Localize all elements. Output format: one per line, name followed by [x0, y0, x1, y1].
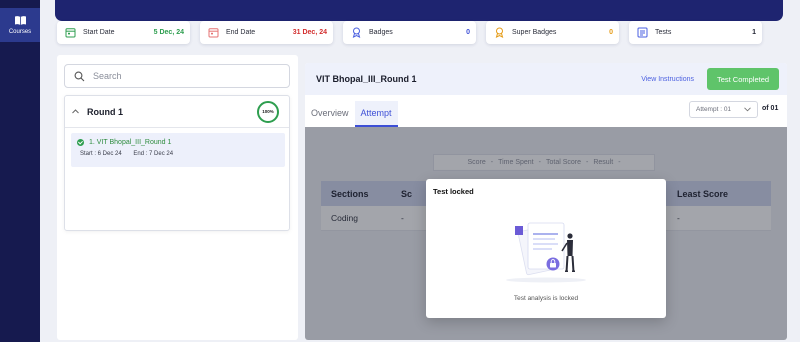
search-box[interactable]	[64, 64, 290, 88]
stat-value: 31 Dec, 24	[292, 29, 327, 36]
round-title: Round 1	[87, 106, 123, 117]
modal-message: Test analysis is locked	[513, 295, 579, 302]
tab-attempt[interactable]: Attempt	[354, 101, 398, 127]
stat-label: Start Date	[83, 29, 115, 36]
test-start-date: Start : 6 Dec 24	[80, 151, 122, 157]
test-name: 1. VIT Bhopal_III_Round 1	[89, 139, 172, 146]
test-name-row: 1. VIT Bhopal_III_Round 1	[77, 139, 285, 146]
chevron-down-icon	[744, 107, 751, 112]
badge-icon	[349, 26, 363, 40]
chevron-up-icon[interactable]	[71, 107, 80, 116]
sidebar-item-label: Courses	[8, 29, 32, 35]
stat-label: End Date	[226, 29, 256, 36]
test-completed-button[interactable]: Test Completed	[707, 68, 779, 90]
round-progress-ring: 100%	[257, 100, 279, 123]
calendar-icon	[63, 26, 77, 40]
stat-card-start-date: Start Date 5 Dec, 24	[57, 21, 190, 44]
rounds-panel: Round 1 100% 1. VIT Bhopal_III_Round 1 S…	[57, 55, 298, 340]
attempt-select-value: Attempt : 01	[696, 106, 732, 113]
sidebar-item-courses[interactable]: Courses	[0, 8, 40, 42]
book-open-icon	[14, 16, 26, 25]
stat-value: 1	[752, 29, 756, 36]
stat-value: 5 Dec, 24	[153, 29, 184, 36]
locked-analysis-illustration	[506, 222, 586, 283]
test-detail-header: VIT Bhopal_III_Round 1 View Instructions…	[305, 63, 787, 95]
stat-label: Badges	[369, 29, 393, 36]
test-dates: Start : 6 Dec 24 End : 7 Dec 24	[77, 151, 285, 157]
stat-value: 0	[609, 29, 613, 36]
tab-overview[interactable]: Overview	[305, 101, 355, 127]
stat-card-badges: Badges 0	[343, 21, 476, 44]
stat-card-super-badges: Super Badges 0	[486, 21, 619, 44]
header-banner	[55, 0, 783, 21]
test-end-date: End : 7 Dec 24	[133, 151, 174, 157]
search-icon	[74, 71, 85, 81]
round-card: Round 1 100% 1. VIT Bhopal_III_Round 1 S…	[64, 95, 290, 231]
view-instructions-link[interactable]: View Instructions	[641, 76, 694, 83]
stat-card-end-date: End Date 31 Dec, 24	[200, 21, 333, 44]
stat-value: 0	[466, 29, 470, 36]
super-badge-icon	[492, 26, 506, 40]
stat-label: Tests	[655, 29, 672, 36]
tab-bar: Overview Attempt	[305, 101, 398, 127]
stat-card-tests: Tests 1	[629, 21, 762, 44]
search-input[interactable]	[93, 71, 273, 81]
sidebar-rail: Courses	[0, 0, 40, 342]
attempt-select[interactable]: Attempt : 01	[689, 101, 758, 118]
tests-icon	[635, 26, 649, 40]
modal-title: Test locked	[433, 187, 474, 196]
test-list-item[interactable]: 1. VIT Bhopal_III_Round 1 Start : 6 Dec …	[71, 133, 285, 167]
calendar-icon	[206, 26, 220, 40]
stat-label: Super Badges	[512, 29, 557, 36]
check-circle-icon	[77, 139, 84, 146]
attempt-total: of 01	[762, 105, 779, 112]
test-title: VIT Bhopal_III_Round 1	[316, 74, 417, 84]
test-locked-modal: Test locked Test analysis is locked	[426, 179, 666, 318]
round-header[interactable]: Round 1 100%	[65, 96, 289, 128]
